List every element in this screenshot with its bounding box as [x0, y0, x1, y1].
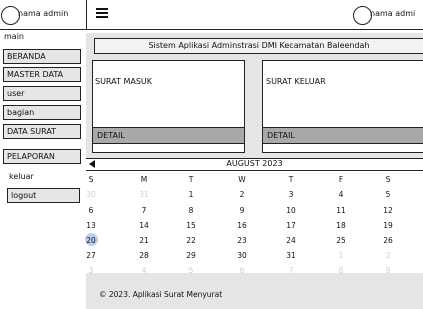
calendar-day[interactable]: 25 — [331, 236, 351, 245]
sidebar-item-data-surat[interactable]: DATA SURAT — [3, 124, 81, 139]
calendar-weekday: F — [338, 175, 344, 184]
calendar-day[interactable]: 5 — [378, 190, 398, 199]
logout-button[interactable]: logout — [7, 188, 80, 203]
calendar-day[interactable]: 5 — [181, 266, 201, 275]
sidebar-section-keluar: keluar — [9, 172, 34, 181]
card-surat-keluar-title: SURAT KELUAR — [266, 77, 326, 86]
calendar-day[interactable]: 13 — [81, 221, 101, 230]
calendar-day[interactable]: 11 — [331, 206, 351, 215]
calendar-day[interactable]: 12 — [378, 206, 398, 215]
calendar-day[interactable]: 6 — [81, 206, 101, 215]
calendar-day[interactable]: 2 — [232, 190, 252, 199]
card-surat-keluar-detail-button[interactable]: DETAIL — [262, 127, 423, 144]
calendar-day[interactable]: 6 — [232, 266, 252, 275]
calendar-weekday: T — [288, 175, 294, 184]
sidebar-item-user[interactable]: user — [3, 86, 81, 101]
calendar-day[interactable]: 7 — [134, 206, 154, 215]
card-surat-masuk-detail-button[interactable]: DETAIL — [92, 127, 245, 144]
calendar-weekday: S — [88, 175, 94, 184]
calendar-day[interactable]: 27 — [81, 251, 101, 260]
page-title: Sistem Aplikasi Adminstrasi DMI Kecamata… — [94, 38, 423, 54]
calendar-day[interactable]: 1 — [331, 251, 351, 260]
sidebar-item-bagian[interactable]: bagian — [3, 105, 81, 120]
calendar-day[interactable]: 10 — [281, 206, 301, 215]
calendar-day[interactable]: 31 — [134, 190, 154, 199]
sidebar-item-beranda[interactable]: BERANDA — [3, 49, 81, 64]
calendar-day[interactable]: 2 — [378, 251, 398, 260]
calendar-header-divider — [86, 170, 423, 171]
calendar-day[interactable]: 15 — [181, 221, 201, 230]
calendar-weekday: T — [188, 175, 194, 184]
calendar-month-label: AUGUST 2023 — [226, 159, 283, 168]
calendar-day[interactable]: 31 — [281, 251, 301, 260]
calendar-day[interactable]: 22 — [181, 236, 201, 245]
calendar-day[interactable]: 16 — [232, 221, 252, 230]
calendar-day[interactable]: 26 — [378, 236, 398, 245]
calendar-day[interactable]: 29 — [181, 251, 201, 260]
calendar-day[interactable]: 1 — [181, 190, 201, 199]
calendar-day[interactable]: 8 — [181, 206, 201, 215]
calendar-day[interactable]: 9 — [232, 206, 252, 215]
calendar-day[interactable]: 30 — [232, 251, 252, 260]
calendar-weekday: M — [140, 175, 148, 184]
calendar-day-selected[interactable]: 20 — [81, 236, 101, 245]
sidebar-item-pelaporan[interactable]: PELAPORAN — [3, 149, 81, 164]
calendar-day[interactable]: 21 — [134, 236, 154, 245]
calendar-day[interactable]: 17 — [281, 221, 301, 230]
calendar-day[interactable]: 9 — [378, 266, 398, 275]
calendar-day[interactable]: 7 — [281, 266, 301, 275]
calendar-day[interactable]: 3 — [281, 190, 301, 199]
footer-copyright: © 2023. Aplikasi Surat Menyurat — [99, 290, 223, 299]
card-surat-masuk-title: SURAT MASUK — [95, 77, 153, 86]
calendar-weekday: S — [385, 175, 391, 184]
sidebar-item-master-data[interactable]: MASTER DATA — [3, 67, 81, 82]
calendar-day[interactable]: 23 — [232, 236, 252, 245]
topbar-divider — [86, 0, 87, 30]
admin-name-label-right: nama admi — [370, 9, 416, 18]
calendar-day[interactable]: 24 — [281, 236, 301, 245]
calendar-day[interactable]: 3 — [81, 266, 101, 275]
calendar-day[interactable]: 19 — [378, 221, 398, 230]
calendar-day[interactable]: 14 — [134, 221, 154, 230]
topbar-bottom-border — [0, 29, 423, 30]
calendar-day[interactable]: 4 — [134, 266, 154, 275]
sidebar-section-main: main — [4, 32, 24, 41]
calendar-day[interactable]: 8 — [331, 266, 351, 275]
calendar-day[interactable]: 28 — [134, 251, 154, 260]
calendar-day[interactable]: 30 — [81, 190, 101, 199]
calendar-weekday: W — [238, 175, 246, 184]
calendar-day[interactable]: 4 — [331, 190, 351, 199]
calendar-day[interactable]: 18 — [331, 221, 351, 230]
hamburger-icon[interactable] — [96, 8, 108, 18]
admin-name-label: nama admin — [18, 9, 69, 18]
